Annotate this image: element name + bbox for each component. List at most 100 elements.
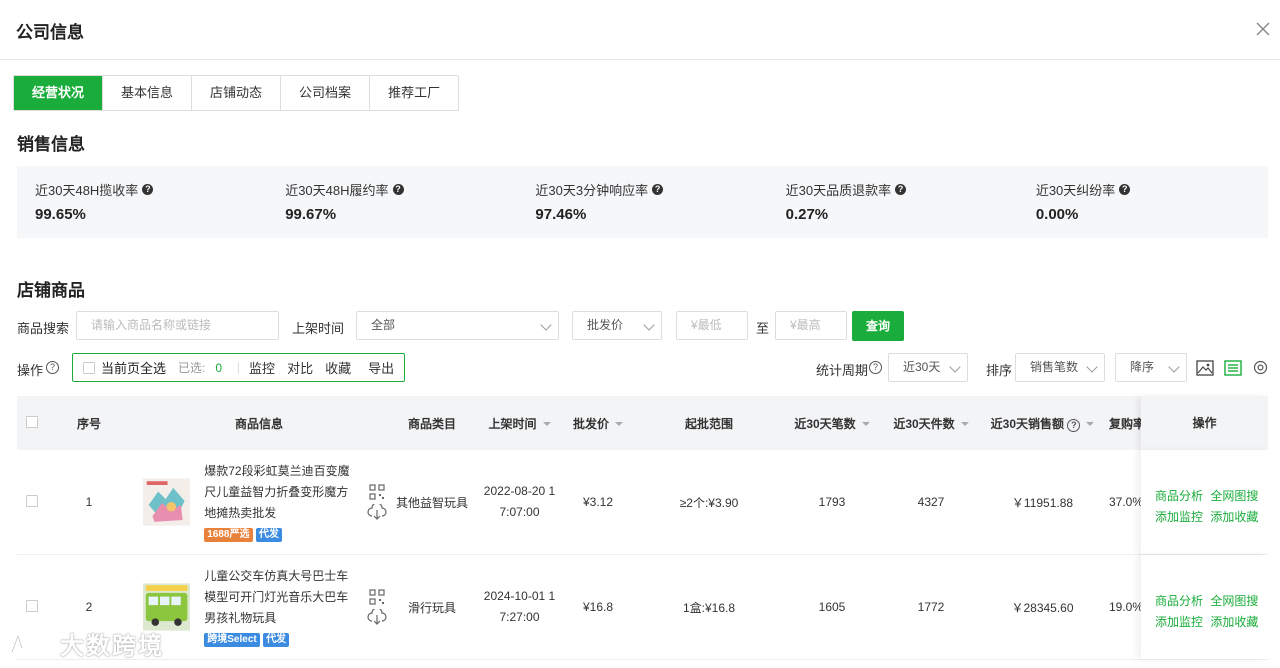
add-monitor-link[interactable]: 添加监控 [1155,615,1203,629]
sort-order-select[interactable]: 降序 [1115,353,1187,382]
cloud-download-icon[interactable] [367,504,387,520]
min-price-input[interactable]: ¥最低 [676,311,748,340]
tab-recommended-factory[interactable]: 推荐工厂 [370,76,458,110]
help-icon[interactable]: ? [652,184,664,195]
listing-time: 2024-10-01 17:27:00 [483,589,556,624]
row-actions: 商品分析 全网图搜 添加监控 添加收藏 [1141,450,1268,554]
orders-30d: 1605 [818,600,846,614]
wholesale-price: ¥3.12 [582,495,614,509]
tab-company-profile[interactable]: 公司档案 [281,76,371,110]
tab-shop-updates[interactable]: 店铺动态 [192,76,282,110]
column-header-label: 批发价 [572,416,609,431]
shop-section-title: 店铺商品 [17,281,85,300]
max-price-input[interactable]: ¥最高 [775,311,847,340]
select-all-rows-checkbox[interactable] [26,415,38,428]
chevron-down-icon [949,361,961,373]
table-header: 序号 商品信息 商品类目 上架时间 批发价 起批范围 近30天笔数 近30天件数… [17,396,1268,450]
sales-30d: ￥28345.60 [1011,600,1074,615]
sort-caret-icon [960,422,969,427]
help-icon[interactable]: ? [895,184,907,195]
search-input[interactable]: 请输入商品名称或链接 [76,311,279,340]
row-index: 2 [85,600,93,614]
watermark-text: 大数跨境 [60,633,164,660]
help-icon[interactable]: ? [142,184,154,195]
column-header: 商品类目 [407,416,456,431]
product-name-block: 儿童公交车仿真大号巴士车模型可开门灯光音乐大巴车男孩礼物玩具 跨境Select … [204,566,360,649]
close-icon[interactable] [1254,20,1272,38]
cloud-download-icon[interactable] [367,609,387,625]
metric-value: 99.67% [285,206,337,223]
product-analysis-link[interactable]: 商品分析 [1155,594,1203,608]
orders-30d: 1793 [818,495,846,509]
query-button[interactable]: 查询 [852,311,904,341]
price-type-select[interactable]: 批发价 [572,311,662,340]
metric-label: 近30天纠纷率 [1035,183,1116,198]
help-icon[interactable]: ? [392,184,404,195]
units-30d: 4327 [917,495,945,509]
product-name-block: 爆款72段彩虹莫兰迪百变魔尺儿童益智力折叠变形魔方地摊热卖批发 1688严选 代… [204,461,360,544]
listing-time-label: 上架时间 [292,321,345,336]
tab-basic-info[interactable]: 基本信息 [103,76,193,110]
row-actions: 商品分析 全网图搜 添加监控 添加收藏 [1141,555,1268,659]
product-name[interactable]: 儿童公交车仿真大号巴士车模型可开门灯光音乐大巴车男孩礼物玩具 [204,566,360,629]
badge-dropship: 代发 [263,632,290,647]
listing-time: 2022-08-20 17:07:00 [483,484,556,519]
column-header-sortable[interactable]: 近30天销售额 ? [982,415,1103,432]
tab-bar: 经营状况 基本信息 店铺动态 公司档案 推荐工厂 [13,75,460,111]
help-icon[interactable]: ? [1067,418,1081,432]
settings-icon[interactable] [1253,360,1268,375]
select-all-label[interactable]: 当前页全选 [101,358,166,377]
listing-time-select[interactable]: 全部 [356,311,559,340]
product-name[interactable]: 爆款72段彩虹莫兰迪百变魔尺儿童益智力折叠变形魔方地摊热卖批发 [204,461,360,524]
compare-button[interactable]: 对比 [287,358,313,377]
row-checkbox[interactable] [26,599,38,612]
list-view-icon[interactable] [1224,360,1242,376]
image-view-icon[interactable] [1196,360,1214,376]
column-header-sortable[interactable]: 批发价 [562,415,634,432]
metric-response-rate: 近30天3分钟响应率? 97.46% [517,166,767,238]
range-to-label: 至 [756,321,770,336]
sort-field-select[interactable]: 销售笔数 [1015,353,1105,382]
row-checkbox[interactable] [26,494,38,507]
column-header-label: 近30天销售额 [990,416,1064,431]
qr-code-icon[interactable] [368,484,385,500]
qr-code-icon[interactable] [368,589,385,605]
image-search-link[interactable]: 全网图搜 [1210,489,1258,503]
column-header-sortable[interactable]: 近30天件数 [880,415,982,432]
category: 滑行玩具 [407,600,456,615]
price-type-value: 批发价 [587,318,624,332]
product-analysis-link[interactable]: 商品分析 [1155,489,1203,503]
chevron-down-icon [1086,361,1098,373]
add-monitor-link[interactable]: 添加监控 [1155,510,1203,524]
row-checkbox-cell [17,494,47,510]
column-header-sortable[interactable]: 近30天笔数 [784,415,880,432]
favorite-button[interactable]: 收藏 [325,358,351,377]
period-label: 统计周期 [816,363,869,378]
period-value: 近30天 [903,360,941,374]
product-thumbnail[interactable] [143,582,191,632]
image-search-link[interactable]: 全网图搜 [1210,594,1258,608]
column-header-sortable[interactable]: 上架时间 [477,415,562,432]
select-all-checkbox[interactable] [83,361,95,374]
sort-caret-icon [615,422,623,427]
help-icon[interactable]: ? [1119,184,1131,195]
moq-range: 1盒:¥16.8 [682,600,736,615]
metric-dispute-rate: 近30天纠纷率? 0.00% [1018,166,1268,238]
column-header: 商品信息 [234,416,283,431]
help-icon[interactable]: ? [46,361,59,374]
units-30d: 1772 [917,600,945,614]
metric-label: 近30天品质退款率 [785,183,892,198]
chevron-down-icon [540,319,552,331]
sales-section-title: 销售信息 [17,135,85,154]
tab-business-status[interactable]: 经营状况 [14,76,104,110]
product-thumbnail[interactable] [143,477,191,527]
period-select[interactable]: 近30天 [888,353,968,382]
help-icon[interactable]: ? [869,361,882,374]
add-favorite-link[interactable]: 添加收藏 [1210,510,1258,524]
monitor-button[interactable]: 监控 [249,358,275,377]
chevron-down-icon [1168,361,1180,373]
add-favorite-link[interactable]: 添加收藏 [1210,615,1258,629]
dialog-header: 公司信息 [0,0,1280,60]
export-button[interactable]: 导出 [368,358,394,377]
badge-crossborder-select: 跨境Select [204,632,260,647]
